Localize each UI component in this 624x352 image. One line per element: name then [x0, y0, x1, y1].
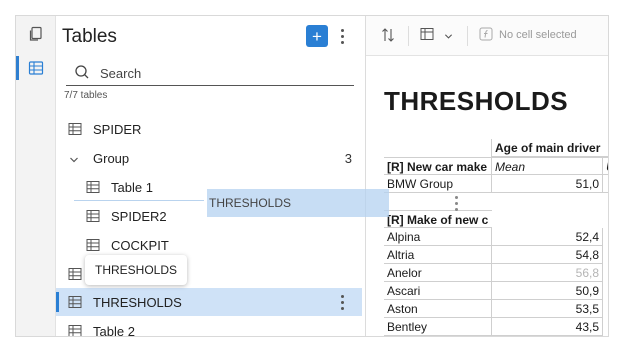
plus-icon: + [312, 26, 322, 46]
table-icon [68, 267, 82, 284]
tree-item-label: Group [93, 150, 130, 166]
row-dimension-label[interactable]: [R] Make of new c [384, 210, 492, 228]
tables-panel: Tables + 7/7 tables SPIDER Group 3 Table… [56, 16, 366, 336]
tree-item-label: SPIDER2 [111, 208, 167, 224]
cell-status: No cell selected [499, 29, 577, 41]
row-value[interactable]: 51,0 [492, 175, 602, 193]
search-box [66, 60, 354, 86]
tree-item-label: Table 2 [93, 323, 135, 337]
formula-icon [479, 27, 493, 41]
row-label[interactable]: Ascari [384, 282, 492, 300]
app-window: Tables + 7/7 tables SPIDER Group 3 Table… [15, 15, 609, 337]
drag-ghost-label: THRESHOLDS [209, 196, 292, 210]
row-label[interactable]: Aston [384, 300, 492, 318]
search-input[interactable] [100, 62, 340, 84]
tables-icon[interactable] [24, 56, 48, 80]
sort-icon[interactable] [380, 27, 396, 43]
group-count: 3 [344, 150, 352, 166]
panel-menu-button[interactable] [334, 25, 350, 47]
search-icon [74, 64, 90, 85]
row-dimension-label[interactable]: [R] New car make [384, 157, 492, 175]
more-vertical-icon [340, 294, 344, 310]
icon-rail [16, 16, 56, 336]
report-view: No cell selected THRESHOLDS Age of main … [366, 16, 608, 336]
item-menu-button[interactable] [334, 291, 350, 313]
table-icon [68, 324, 82, 336]
more-vertical-icon [340, 28, 344, 44]
table-icon [68, 122, 82, 139]
report-toolbar: No cell selected [366, 16, 608, 56]
toolbar-divider [467, 26, 468, 46]
row-label[interactable]: Bentley [384, 318, 492, 336]
tree-item-thresholds[interactable]: THRESHOLDS [56, 288, 362, 316]
tree-item-label: SPIDER [93, 121, 142, 137]
tree-item-table-2[interactable]: Table 2 [56, 317, 362, 337]
table-layout-dropdown[interactable] [420, 27, 453, 46]
toolbar-divider [408, 26, 409, 46]
more-vertical-icon [448, 192, 464, 214]
column-header[interactable]: Age of main driver [492, 139, 608, 157]
row-label[interactable]: Altria [384, 246, 492, 264]
row-value[interactable]: 43,5 [492, 318, 602, 336]
tree-item-label: COCKPIT [111, 237, 169, 253]
drop-indicator [74, 200, 204, 201]
table-icon [420, 27, 434, 46]
report-title: THRESHOLDS [384, 86, 569, 116]
row-value[interactable]: 54,8 [492, 246, 602, 264]
drag-tooltip: THRESHOLDS [85, 255, 188, 285]
drag-ghost: THRESHOLDS [207, 189, 458, 217]
tree-item-group[interactable]: Group 3 [56, 144, 362, 172]
row-label[interactable]: Alpina [384, 228, 492, 246]
row-value[interactable]: 52,4 [492, 228, 602, 246]
add-table-button[interactable]: + [306, 25, 328, 47]
table-icon [86, 180, 100, 197]
pages-icon[interactable] [24, 22, 48, 46]
row-label[interactable]: Anelor [384, 264, 492, 282]
table-count: 7/7 tables [64, 90, 108, 101]
table-icon [86, 209, 100, 226]
table-icon [86, 238, 100, 255]
tree-item-label: Table 1 [111, 179, 153, 195]
selection-indicator [56, 292, 59, 312]
row-value-muted[interactable]: 56,8 [492, 264, 602, 282]
row-value[interactable]: 50,9 [492, 282, 602, 300]
table-icon [68, 295, 82, 312]
measure-label-2[interactable]: U [603, 157, 608, 175]
row-value-2[interactable] [603, 175, 608, 193]
chevron-down-icon[interactable] [69, 153, 79, 168]
row-value[interactable]: 53,5 [492, 300, 602, 318]
panel-title: Tables [62, 26, 117, 47]
rail-active-indicator [16, 56, 19, 80]
tree-item-label: THRESHOLDS [93, 294, 182, 310]
tree-item-spider[interactable]: SPIDER [56, 115, 362, 143]
chevron-down-icon [444, 28, 453, 46]
measure-label[interactable]: Mean [492, 157, 602, 175]
row-label[interactable]: BMW Group [384, 175, 492, 193]
